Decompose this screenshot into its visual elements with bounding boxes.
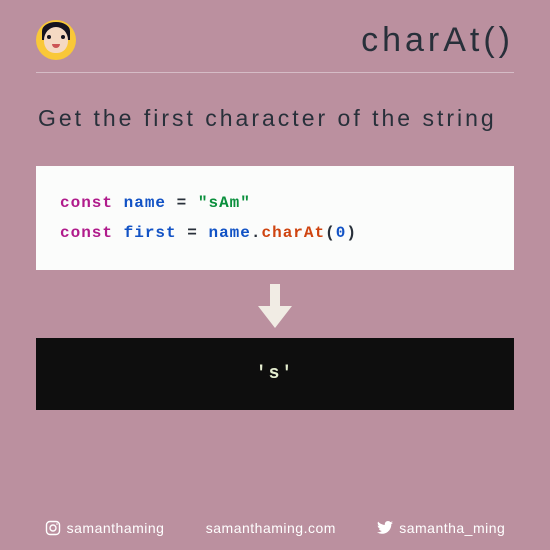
equals: = <box>177 194 188 212</box>
header: charAt() <box>36 0 514 73</box>
instagram-icon <box>45 520 61 536</box>
dot: . <box>251 224 262 242</box>
lparen: ( <box>325 224 336 242</box>
code-line-2: const first = name.charAt(0) <box>60 218 490 248</box>
code-line-1: const name = "sAm" <box>60 188 490 218</box>
website-link: samanthaming.com <box>206 520 336 536</box>
twitter-icon <box>377 521 393 535</box>
string-literal: "sAm" <box>198 194 251 212</box>
description: Get the first character of the string <box>0 73 550 156</box>
instagram-handle: samanthaming <box>45 520 165 536</box>
arg-zero: 0 <box>336 224 347 242</box>
equals: = <box>187 224 198 242</box>
twitter-label: samantha_ming <box>399 520 505 536</box>
output-value: 's' <box>256 364 294 384</box>
var-first: first <box>124 224 177 242</box>
fn-charat: charAt <box>261 224 325 242</box>
rparen: ) <box>346 224 357 242</box>
page-title: charAt() <box>361 21 514 60</box>
name-ref: name <box>208 224 250 242</box>
arrow-down-icon <box>0 284 550 328</box>
footer: samanthaming samanthaming.com samantha_m… <box>0 520 550 536</box>
code-block: const name = "sAm" const first = name.ch… <box>36 166 514 271</box>
twitter-handle: samantha_ming <box>377 520 505 536</box>
avatar <box>36 20 76 60</box>
keyword-const: const <box>60 194 113 212</box>
output-block: 's' <box>36 338 514 410</box>
keyword-const: const <box>60 224 113 242</box>
var-name: name <box>124 194 166 212</box>
instagram-label: samanthaming <box>67 520 165 536</box>
website-label: samanthaming.com <box>206 520 336 536</box>
